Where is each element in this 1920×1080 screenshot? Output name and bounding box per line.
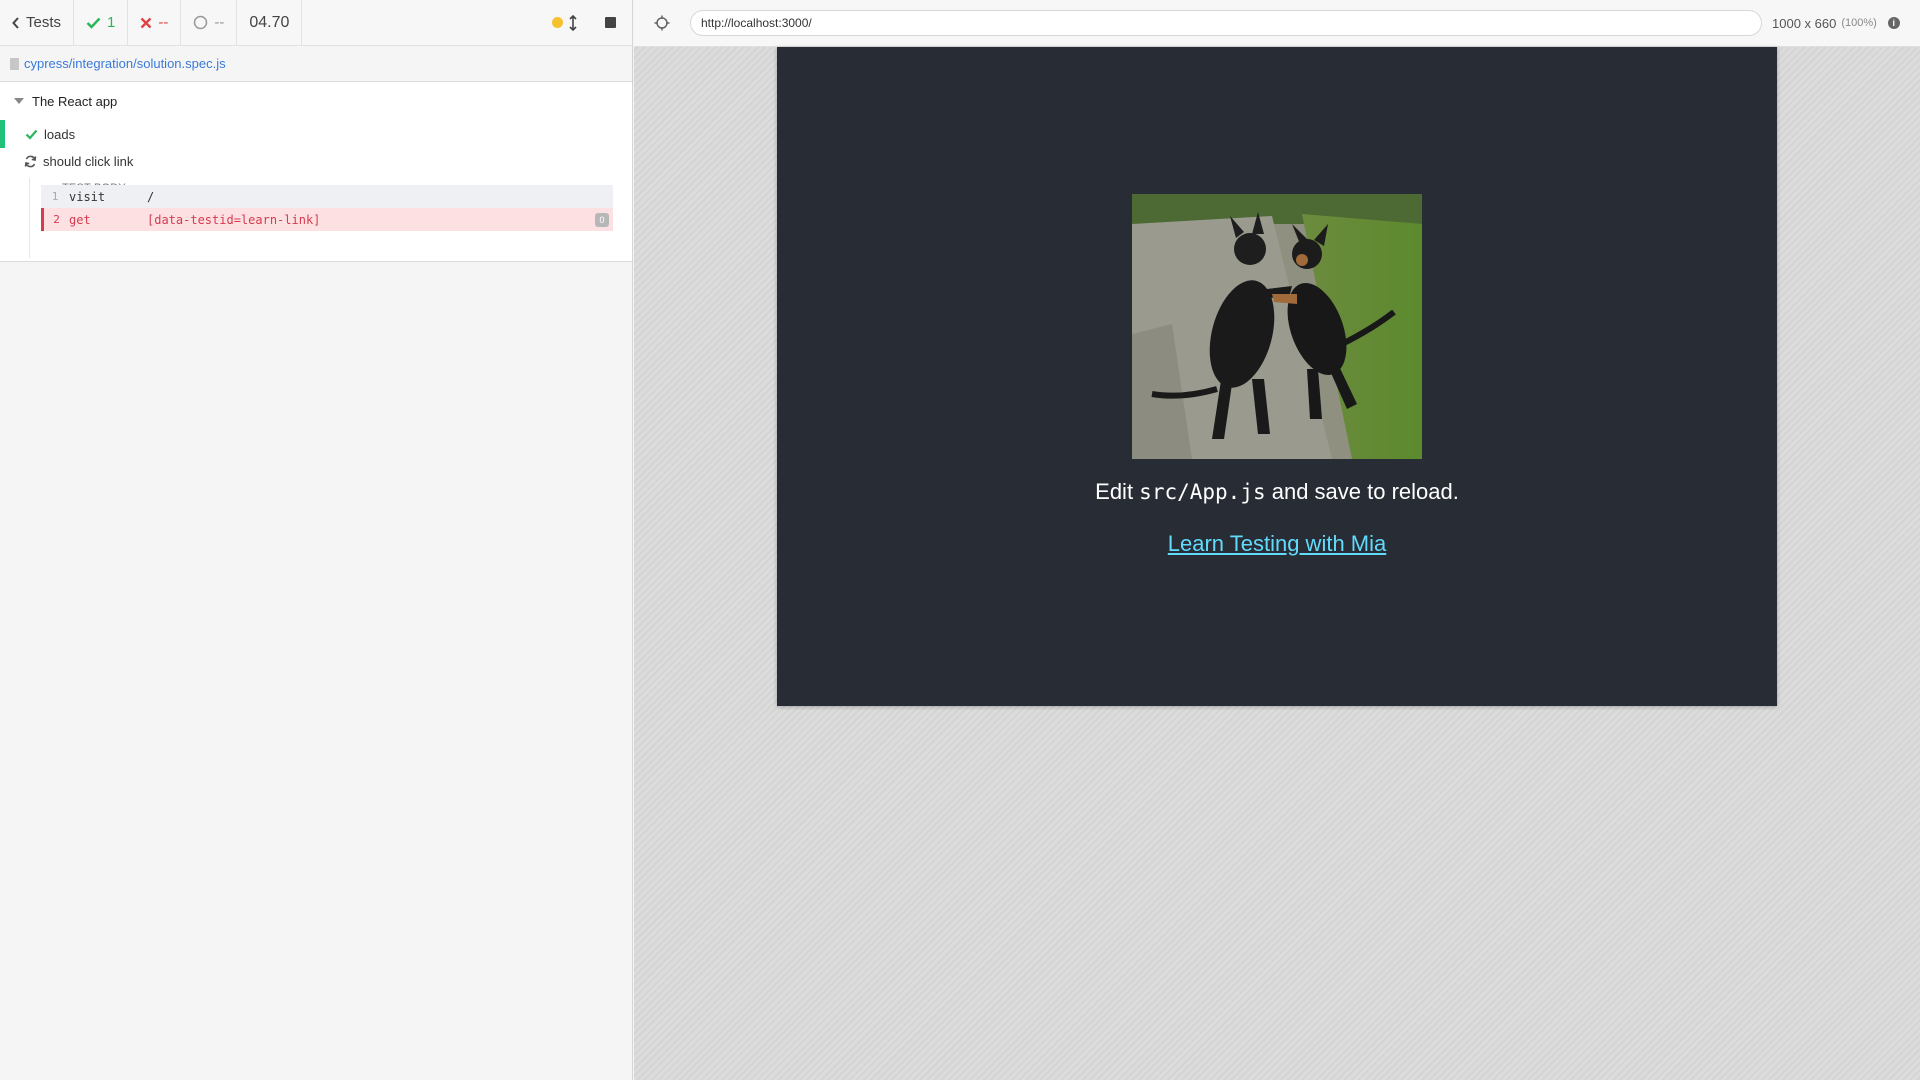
test-title: should click link bbox=[43, 153, 134, 169]
dogs-photo bbox=[1132, 194, 1422, 459]
suite-title: The React app bbox=[32, 93, 118, 109]
command-message: / bbox=[147, 189, 155, 204]
back-to-tests-button[interactable]: Tests bbox=[0, 0, 75, 45]
stats-bar: Tests 1 -- -- 04.70 bbox=[0, 0, 632, 46]
pending-value: -- bbox=[214, 14, 225, 31]
running-status-icon bbox=[552, 17, 563, 28]
check-icon bbox=[25, 129, 38, 140]
learn-testing-link[interactable]: Learn Testing with Mia bbox=[1168, 531, 1387, 556]
viewport-size: 1000 x 660 bbox=[1772, 15, 1837, 31]
command-row[interactable]: 1 visit / bbox=[41, 185, 613, 208]
command-message: [data-testid=learn-link] bbox=[147, 212, 321, 227]
selector-playground-button[interactable] bbox=[634, 0, 690, 47]
crosshair-icon bbox=[654, 15, 670, 31]
spec-file-bar: cypress/integration/solution.spec.js bbox=[0, 46, 632, 82]
failed-value: -- bbox=[158, 14, 169, 31]
passed-count: 1 bbox=[74, 0, 129, 45]
x-icon bbox=[140, 17, 152, 29]
caret-down-icon bbox=[14, 98, 24, 104]
learn-link-wrap: Learn Testing with Mia bbox=[777, 531, 1777, 557]
app-under-test-panel: http://localhost:3000/ 1000 x 660 (100%)… bbox=[634, 0, 1920, 1080]
viewport-info[interactable]: 1000 x 660 (100%) i bbox=[1772, 16, 1900, 31]
element-count-badge: 0 bbox=[595, 212, 609, 227]
pending-count: -- bbox=[181, 0, 238, 45]
stop-icon[interactable] bbox=[605, 17, 616, 28]
command-number: 1 bbox=[51, 190, 59, 203]
url-bar: http://localhost:3000/ 1000 x 660 (100%)… bbox=[634, 0, 1920, 47]
passed-value: 1 bbox=[107, 14, 116, 31]
file-icon bbox=[10, 57, 19, 70]
url-input[interactable]: http://localhost:3000/ bbox=[690, 10, 1762, 36]
suite-header[interactable]: The React app bbox=[14, 90, 117, 112]
duration: 04.70 bbox=[237, 0, 303, 45]
spec-file-link[interactable]: cypress/integration/solution.spec.js bbox=[24, 56, 226, 71]
passed-indicator bbox=[0, 120, 5, 148]
instruction-prefix: Edit bbox=[1095, 479, 1140, 504]
command-name: get bbox=[69, 212, 91, 227]
run-controls bbox=[542, 0, 632, 45]
viewport-scale: (100%) bbox=[1841, 17, 1877, 29]
circle-icon bbox=[193, 15, 208, 30]
tests-label: Tests bbox=[26, 14, 62, 31]
test-title: loads bbox=[44, 126, 76, 142]
command-name: visit bbox=[69, 189, 106, 204]
info-icon[interactable]: i bbox=[1887, 17, 1900, 29]
instruction-suffix: and save to reload. bbox=[1265, 479, 1459, 504]
reporter-panel: Tests 1 -- -- 04.70 cypress/integration/… bbox=[0, 0, 633, 1080]
auto-scroll-icon[interactable] bbox=[569, 14, 577, 31]
chevron-left-icon bbox=[12, 16, 20, 29]
check-icon bbox=[86, 17, 101, 29]
test-row-should-click-link[interactable]: should click link bbox=[24, 149, 133, 173]
refresh-icon bbox=[24, 155, 37, 168]
failed-count: -- bbox=[128, 0, 182, 45]
test-row-loads[interactable]: loads bbox=[0, 120, 633, 148]
code-filename: src/App.js bbox=[1139, 480, 1266, 504]
command-list: 1 visit / 2 get [data-testid=learn-link]… bbox=[41, 185, 613, 231]
command-number: 2 bbox=[53, 213, 60, 226]
command-row-failed[interactable]: 2 get [data-testid=learn-link] 0 bbox=[41, 208, 613, 231]
app-instruction-text: Edit src/App.js and save to reload. bbox=[777, 479, 1777, 505]
app-iframe: Edit src/App.js and save to reload. Lear… bbox=[777, 47, 1777, 706]
test-tree: The React app loads should click link TE… bbox=[0, 82, 632, 262]
